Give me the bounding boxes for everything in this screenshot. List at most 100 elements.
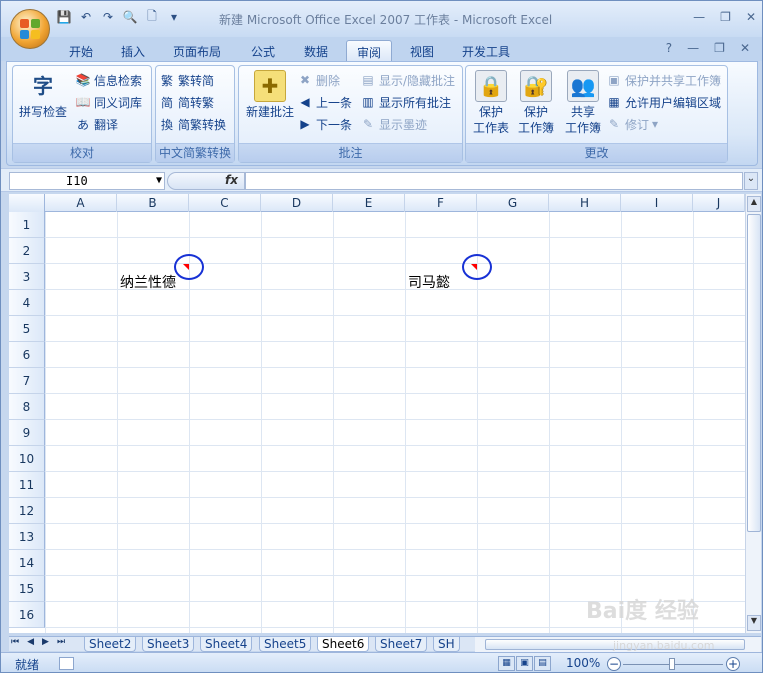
page-layout-view-icon[interactable]: ▣ bbox=[516, 656, 533, 671]
protect-share-workbook-button[interactable]: ▣ 保护并共享工作簿 bbox=[606, 70, 721, 90]
sheet-tab[interactable]: Sheet7 bbox=[375, 637, 428, 652]
name-box[interactable]: I10 ▼ bbox=[9, 172, 165, 190]
normal-view-icon[interactable]: ▦ bbox=[498, 656, 515, 671]
select-all-corner[interactable] bbox=[9, 194, 45, 212]
scroll-up-icon[interactable]: ▲ bbox=[747, 196, 761, 212]
row-header[interactable]: 8 bbox=[9, 394, 45, 420]
row-header[interactable]: 2 bbox=[9, 238, 45, 264]
help-button[interactable]: ? bbox=[666, 41, 672, 55]
column-header[interactable]: A bbox=[45, 194, 117, 212]
column-header[interactable]: F bbox=[405, 194, 477, 212]
row-header[interactable]: 14 bbox=[9, 550, 45, 576]
column-header[interactable]: I bbox=[621, 194, 693, 212]
tab-home[interactable]: 开始 bbox=[59, 40, 103, 61]
column-header[interactable]: E bbox=[333, 194, 405, 212]
zoom-in-icon[interactable]: + bbox=[726, 657, 740, 671]
thesaurus-button[interactable]: 📖 同义词库 bbox=[75, 92, 143, 112]
spell-check-button[interactable]: 字 拼写检查 bbox=[16, 70, 70, 120]
row-header[interactable]: 7 bbox=[9, 368, 45, 394]
row-header[interactable]: 9 bbox=[9, 420, 45, 446]
row-header[interactable]: 13 bbox=[9, 524, 45, 550]
tab-review[interactable]: 审阅 bbox=[346, 40, 393, 61]
minimize-button[interactable]: — bbox=[693, 10, 705, 24]
page-break-view-icon[interactable]: ▤ bbox=[534, 656, 551, 671]
sheet-tab[interactable]: SH bbox=[433, 637, 460, 652]
column-header[interactable]: C bbox=[189, 194, 261, 212]
row-header[interactable]: 5 bbox=[9, 316, 45, 342]
traditional-to-simplified-button[interactable]: 繁繁转简 bbox=[159, 70, 214, 90]
tab-view[interactable]: 视图 bbox=[400, 40, 444, 61]
conversion-button[interactable]: 換简繁转换 bbox=[159, 114, 226, 134]
research-button[interactable]: 📚 信息检索 bbox=[75, 70, 143, 90]
delete-comment-button[interactable]: ✖ 删除 bbox=[297, 70, 340, 90]
column-header[interactable]: D bbox=[261, 194, 333, 212]
allow-edit-ranges-button[interactable]: ▦ 允许用户编辑区域 bbox=[606, 92, 721, 112]
vertical-scroll-thumb[interactable] bbox=[747, 214, 761, 532]
new-document-icon[interactable]: 🗋 bbox=[144, 9, 160, 25]
simplified-to-traditional-button[interactable]: 简简转繁 bbox=[159, 92, 214, 112]
ribbon-minimize-button[interactable]: — bbox=[687, 41, 699, 55]
column-header[interactable]: J bbox=[693, 194, 745, 212]
close-button[interactable]: ✕ bbox=[746, 10, 756, 24]
protect-workbook-button[interactable]: 🔐 保护 工作簿 bbox=[514, 70, 558, 136]
zoom-level[interactable]: 100% bbox=[566, 656, 600, 670]
tab-developer[interactable]: 开发工具 bbox=[452, 40, 520, 61]
zoom-out-icon[interactable]: − bbox=[607, 657, 621, 671]
redo-icon[interactable]: ↷ bbox=[100, 9, 116, 25]
protect-sheet-button[interactable]: 🔒 保护 工作表 bbox=[470, 70, 512, 136]
save-icon[interactable]: 💾 bbox=[56, 9, 72, 25]
customize-qat-icon[interactable]: ▾ bbox=[166, 9, 182, 25]
sheet-tab[interactable]: Sheet5 bbox=[259, 637, 312, 652]
sheet-tab-active[interactable]: Sheet6 bbox=[317, 637, 370, 652]
formula-input[interactable] bbox=[245, 172, 743, 190]
ribbon-restore-button[interactable]: ❐ bbox=[714, 41, 725, 55]
previous-sheet-icon[interactable]: ◀ bbox=[27, 637, 34, 647]
translate-button[interactable]: あ翻译 bbox=[75, 114, 118, 134]
new-comment-button[interactable]: ✚ 新建批注 bbox=[242, 70, 298, 120]
name-box-dropdown-icon[interactable]: ▼ bbox=[156, 173, 162, 189]
sheet-tab[interactable]: Sheet2 bbox=[84, 637, 137, 652]
cell-f3[interactable]: 司马懿 bbox=[408, 272, 450, 292]
zoom-slider-thumb[interactable] bbox=[669, 658, 675, 670]
row-header[interactable]: 1 bbox=[9, 212, 45, 238]
next-sheet-icon[interactable]: ▶ bbox=[42, 637, 49, 647]
row-header[interactable]: 11 bbox=[9, 472, 45, 498]
cell-b3[interactable]: 纳兰性德 bbox=[120, 272, 176, 292]
expand-formula-bar-icon[interactable]: ⌄ bbox=[744, 172, 758, 190]
sheet-tab[interactable]: Sheet4 bbox=[200, 637, 253, 652]
share-workbook-button[interactable]: 👥 共享 工作簿 bbox=[562, 70, 604, 136]
tab-formulas[interactable]: 公式 bbox=[241, 40, 285, 61]
tab-data[interactable]: 数据 bbox=[294, 40, 338, 61]
tab-page-layout[interactable]: 页面布局 bbox=[163, 40, 231, 61]
office-button[interactable] bbox=[10, 9, 50, 49]
row-header[interactable]: 4 bbox=[9, 290, 45, 316]
column-header[interactable]: G bbox=[477, 194, 549, 212]
next-comment-button[interactable]: ▶ 下一条 bbox=[297, 114, 352, 134]
sheet-tab[interactable]: Sheet3 bbox=[142, 637, 195, 652]
vertical-scrollbar[interactable]: ▲ ▼ bbox=[745, 194, 761, 633]
restore-button[interactable]: ❐ bbox=[720, 10, 731, 24]
ribbon-controls: ? — ❐ ✕ bbox=[666, 41, 750, 55]
row-header[interactable]: 15 bbox=[9, 576, 45, 602]
row-header[interactable]: 3 bbox=[9, 264, 45, 290]
show-hide-comment-button[interactable]: ▤ 显示/隐藏批注 bbox=[360, 70, 455, 90]
scroll-down-icon[interactable]: ▼ bbox=[747, 615, 761, 631]
row-header[interactable]: 12 bbox=[9, 498, 45, 524]
show-all-comments-button[interactable]: ▥ 显示所有批注 bbox=[360, 92, 451, 112]
last-sheet-icon[interactable]: ⏭ bbox=[57, 637, 65, 647]
row-header[interactable]: 16 bbox=[9, 602, 45, 628]
row-header[interactable]: 10 bbox=[9, 446, 45, 472]
macro-record-icon[interactable] bbox=[59, 657, 74, 670]
row-header[interactable]: 6 bbox=[9, 342, 45, 368]
track-changes-button[interactable]: ✎ 修订 ▾ bbox=[606, 114, 658, 134]
tab-insert[interactable]: 插入 bbox=[111, 40, 155, 61]
undo-icon[interactable]: ↶ bbox=[78, 9, 94, 25]
show-ink-button[interactable]: ✎ 显示墨迹 bbox=[360, 114, 427, 134]
print-preview-icon[interactable]: 🔍 bbox=[122, 9, 138, 25]
first-sheet-icon[interactable]: ⏮ bbox=[11, 637, 19, 647]
previous-comment-button[interactable]: ◀ 上一条 bbox=[297, 92, 352, 112]
ribbon-close-button[interactable]: ✕ bbox=[740, 41, 750, 55]
insert-function-button[interactable]: fx bbox=[225, 173, 238, 187]
column-header[interactable]: H bbox=[549, 194, 621, 212]
column-header[interactable]: B bbox=[117, 194, 189, 212]
